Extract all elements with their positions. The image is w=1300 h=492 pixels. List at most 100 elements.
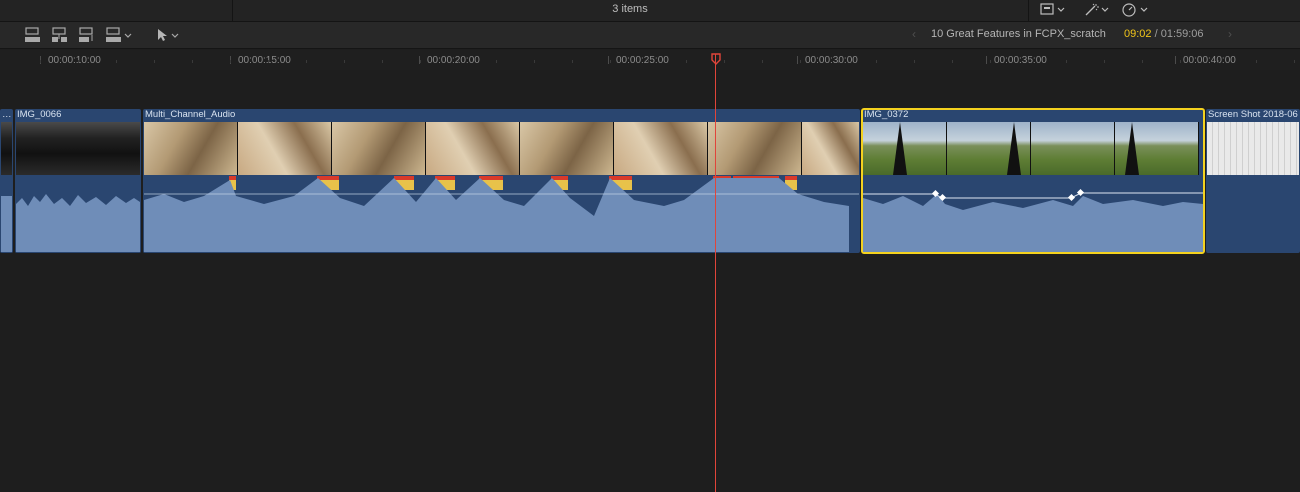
timeline-clip[interactable]: IMG_0066 (15, 109, 141, 253)
timeline-clip[interactable]: Multi_Channel_Audio (143, 109, 860, 253)
playhead-handle-icon[interactable] (711, 53, 721, 65)
clip-name: Multi_Channel_Audio (145, 109, 236, 120)
ruler-label: 00:00:25:00 (616, 55, 669, 66)
clip-thumbnail (614, 122, 708, 175)
clip-thumbnail (1, 122, 12, 175)
thumbnail-detail (1007, 122, 1021, 175)
timecode-separator: / (1151, 28, 1161, 40)
clip-thumbnail (1207, 122, 1299, 175)
ruler-minor-tick (382, 60, 383, 63)
timeline-ruler[interactable]: 00:00:10:00 00:00:15:00 00:00:20:00 00:0… (0, 50, 1300, 70)
clip-filmstrip (863, 122, 1203, 175)
items-count: 3 items (612, 3, 648, 15)
current-timecode: 09:02 (1124, 28, 1152, 40)
playhead[interactable] (715, 54, 716, 492)
history-back-button[interactable]: ‹ (912, 27, 916, 41)
ruler-minor-tick (762, 60, 763, 63)
top-bar: 3 items (0, 0, 1300, 22)
timeline-toolbar: ‹ 10 Great Features in FCPX_scratch 09:0… (0, 22, 1300, 49)
ruler-tick (1175, 56, 1176, 64)
ruler-tick (986, 56, 987, 64)
select-tool-button[interactable] (155, 27, 183, 44)
ruler-minor-tick (306, 60, 307, 63)
overwrite-clip-button[interactable] (105, 27, 135, 44)
ruler-label: 00:00:15:00 (238, 55, 291, 66)
ruler-minor-tick (1180, 60, 1181, 63)
clip-thumbnail (426, 122, 520, 175)
ruler-minor-tick (1028, 60, 1029, 63)
connect-clip-button[interactable] (24, 27, 42, 44)
ruler-minor-tick (496, 60, 497, 63)
clip-filmstrip (16, 122, 140, 175)
connect-clip-icon (25, 27, 40, 42)
clip-thumbnail (16, 122, 140, 175)
ruler-minor-tick (914, 60, 915, 63)
ruler-minor-tick (116, 60, 117, 63)
ruler-label: 00:00:35:00 (994, 55, 1047, 66)
ruler-minor-tick (458, 60, 459, 63)
ruler-minor-tick (800, 60, 801, 63)
ruler-minor-tick (1294, 60, 1295, 63)
history-forward-button[interactable]: › (1228, 27, 1232, 41)
ruler-label: 00:00:20:00 (427, 55, 480, 66)
ruler-minor-tick (1256, 60, 1257, 63)
clip-name: … (2, 109, 12, 120)
thumbnail-detail (1125, 122, 1139, 175)
insert-clip-button[interactable] (51, 27, 69, 44)
ruler-minor-tick (648, 60, 649, 63)
ruler-minor-tick (838, 60, 839, 63)
ruler-minor-tick (1066, 60, 1067, 63)
ruler-minor-tick (724, 60, 725, 63)
clip-appearance-button[interactable] (1040, 2, 1066, 18)
ruler-minor-tick (876, 60, 877, 63)
thumbnail-detail (893, 122, 907, 175)
clip-filmstrip (1, 122, 12, 175)
ruler-minor-tick (610, 60, 611, 63)
effects-button[interactable] (1084, 2, 1110, 18)
ruler-label: 00:00:40:00 (1183, 55, 1236, 66)
clip-filmstrip (1207, 122, 1299, 175)
ruler-minor-tick (1142, 60, 1143, 63)
clip-thumbnail (1115, 122, 1199, 175)
clip-thumbnail (708, 122, 802, 175)
clip-thumbnail (520, 122, 614, 175)
retime-button[interactable] (1122, 2, 1150, 18)
timeline-area[interactable]: … IMG_0066 Multi_Channel_Audio IMG_0372 … (0, 70, 1300, 492)
clip-thumbnail (1031, 122, 1115, 175)
append-clip-button[interactable] (78, 27, 96, 44)
clip-thumbnail (332, 122, 426, 175)
divider (232, 0, 233, 22)
ruler-minor-tick (230, 60, 231, 63)
ruler-minor-tick (686, 60, 687, 63)
clip-thumbnail (802, 122, 859, 175)
timeline-clip[interactable]: … (0, 109, 13, 253)
ruler-minor-tick (192, 60, 193, 63)
clip-thumbnail (238, 122, 332, 175)
audio-waveform (863, 188, 1203, 252)
ruler-label: 00:00:10:00 (48, 55, 101, 66)
overwrite-clip-icon (106, 27, 132, 42)
total-duration: 01:59:06 (1160, 28, 1204, 40)
clip-thumbnail (947, 122, 1031, 175)
clip-name: IMG_0066 (17, 109, 62, 120)
timeline-clip-selected[interactable]: IMG_0372 (861, 108, 1205, 254)
ruler-label: 00:00:30:00 (805, 55, 858, 66)
ruler-minor-tick (952, 60, 953, 63)
clip-thumbnail (144, 122, 238, 175)
ruler-minor-tick (344, 60, 345, 63)
ruler-minor-tick (40, 60, 41, 63)
ruler-minor-tick (268, 60, 269, 63)
arrow-cursor-icon (158, 29, 179, 41)
speedometer-icon (1122, 3, 1148, 17)
audio-waveform (1, 196, 12, 252)
divider (1028, 0, 1029, 22)
timeline-clip[interactable]: Screen Shot 2018-06 (1206, 109, 1300, 253)
ruler-minor-tick (78, 60, 79, 63)
ruler-minor-tick (534, 60, 535, 63)
clip-filmstrip (144, 122, 859, 175)
audio-waveform (16, 194, 140, 252)
clip-appearance-icon (1040, 3, 1065, 15)
clip-name: IMG_0372 (864, 109, 909, 120)
append-clip-icon (79, 27, 93, 42)
ruler-minor-tick (1218, 60, 1219, 63)
